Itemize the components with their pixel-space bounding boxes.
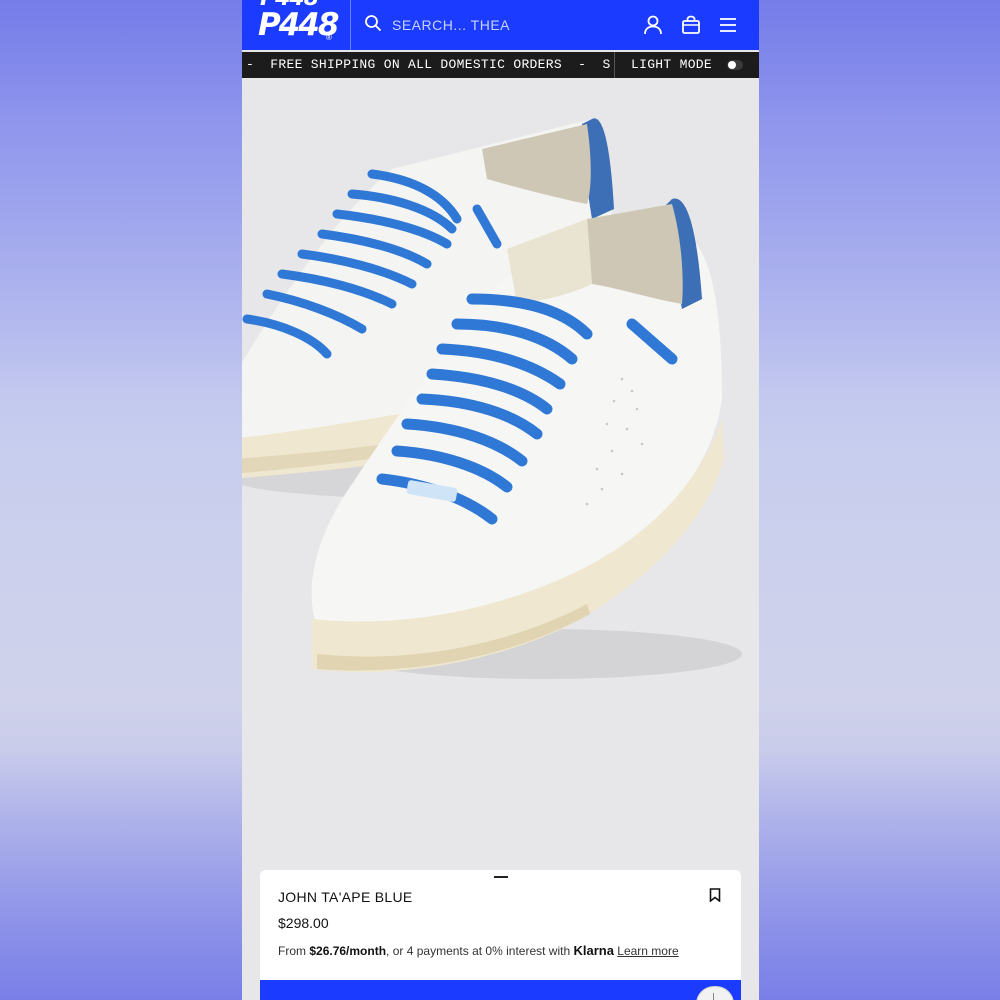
logo-link[interactable]: P448 P448 ®	[242, 0, 351, 50]
search-input[interactable]: SEARCH... THEA	[392, 17, 510, 33]
product-title: JOHN TA'APE BLUE	[278, 889, 413, 905]
light-mode-toggle[interactable]: LIGHT MODE	[614, 52, 759, 78]
registered-mark: ®	[326, 33, 332, 42]
account-icon[interactable]	[641, 13, 665, 37]
ticker-text: - FREE SHIPPING ON ALL DOMESTIC ORDERS -…	[246, 57, 611, 72]
learn-more-link[interactable]: Learn more	[617, 944, 678, 958]
klarna-logo: Klarna	[573, 943, 614, 958]
announcement-ticker: - FREE SHIPPING ON ALL DOMESTIC ORDERS -…	[242, 52, 759, 78]
product-info-card: JOHN TA'APE BLUE $298.00 From $26.76/mon…	[260, 870, 741, 1000]
phone-screen: P448 P448 ® SEARCH... THEA - FREE SHIPPI…	[242, 0, 759, 1000]
add-to-cart-bar[interactable]	[260, 980, 741, 1000]
floating-action-button[interactable]	[696, 986, 734, 1000]
site-header: P448 P448 ® SEARCH... THEA	[242, 0, 759, 50]
menu-icon[interactable]	[716, 13, 740, 37]
search-icon	[364, 14, 382, 37]
fab-icon	[713, 993, 718, 1000]
bookmark-icon[interactable]	[709, 888, 721, 903]
drag-handle[interactable]	[494, 876, 508, 878]
product-image[interactable]	[242, 79, 759, 879]
klarna-financing: From $26.76/month, or 4 payments at 0% i…	[278, 943, 679, 958]
backdrop-left	[0, 0, 242, 1000]
search-bar[interactable]: SEARCH... THEA	[364, 12, 624, 38]
product-price: $298.00	[278, 915, 329, 931]
klarna-amount: $26.76/month	[309, 944, 387, 958]
toggle-switch[interactable]	[727, 60, 743, 70]
klarna-suffix: , or 4 payments at 0% interest with	[386, 944, 574, 958]
bag-icon[interactable]	[679, 13, 703, 37]
klarna-prefix: From	[278, 944, 310, 958]
toggle-knob	[728, 61, 736, 69]
backdrop-right	[758, 0, 1000, 1000]
light-mode-label: LIGHT MODE	[631, 57, 713, 72]
